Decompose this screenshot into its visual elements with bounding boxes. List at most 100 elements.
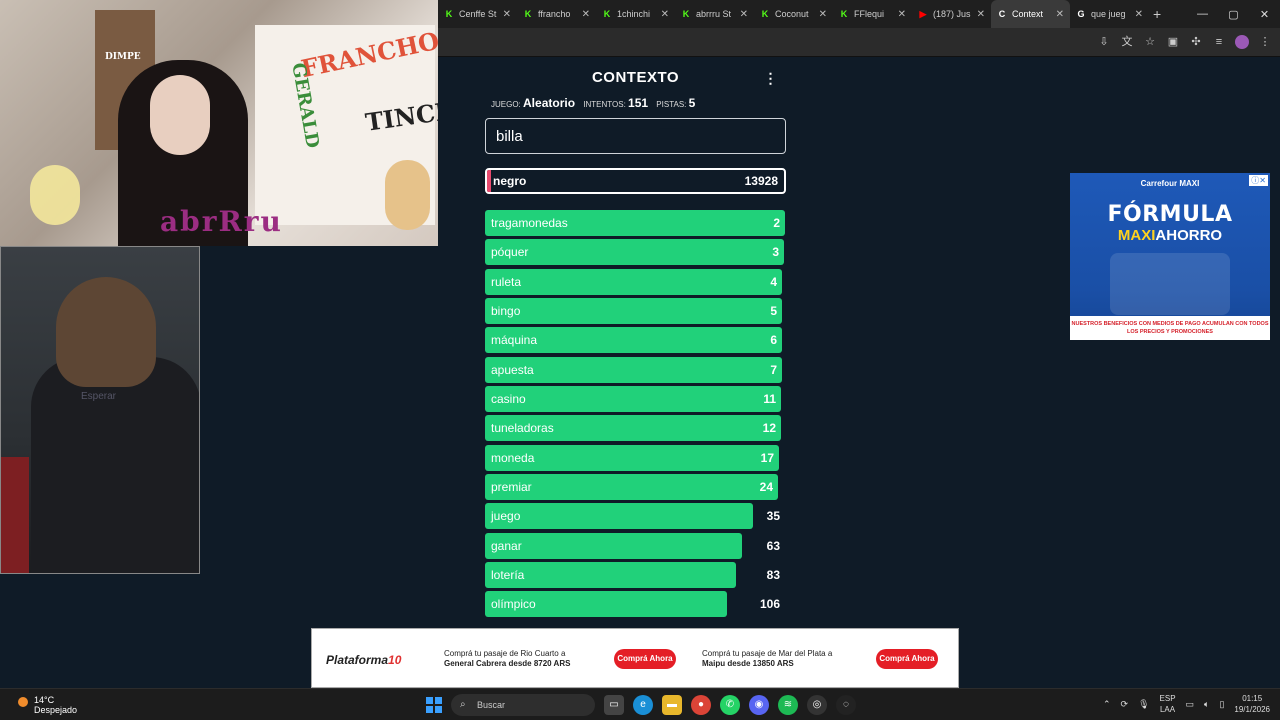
network-sync-icon[interactable]: ⟳	[1121, 699, 1129, 710]
browser-tab[interactable]: C Context ✕	[991, 0, 1070, 28]
guess-rank: 63	[766, 538, 780, 553]
guess-list: tragamonedas 2 póquer 3 ruleta 4 bingo 5 máquina…	[485, 210, 786, 618]
tab-close-icon[interactable]: ✕	[898, 9, 906, 20]
clock[interactable]: 01:15 19/1/2026	[1234, 693, 1270, 715]
name-letters: abrRru	[160, 205, 283, 238]
taskbar-apps: ▭ e ▬ ● ✆ ◉ ≋ ◎ ◌	[604, 695, 856, 715]
weather-icon	[18, 697, 28, 707]
guess-word: tuneladoras	[491, 421, 554, 436]
tab-close-icon[interactable]: ✕	[1056, 9, 1064, 20]
close-window-button[interactable]: ✕	[1249, 8, 1280, 21]
taskbar-search[interactable]: ⌕ Buscar	[451, 694, 595, 716]
guess-word: tragamonedas	[491, 216, 568, 230]
translate-icon[interactable]: 文	[1120, 35, 1134, 49]
browser-tab[interactable]: ▶ (187) Jus ✕	[912, 0, 991, 28]
guess-word: casino	[491, 392, 526, 407]
browser-tab[interactable]: Kffrancho ✕	[517, 0, 596, 28]
tab-title: 1chinchi	[617, 9, 651, 19]
guess-rank: 7	[770, 362, 777, 377]
install-icon[interactable]: ⇩	[1097, 35, 1111, 49]
guess-row: apuesta 7	[485, 356, 786, 383]
profile-avatar[interactable]	[1235, 35, 1249, 49]
browser-tab[interactable]: K 1chinchi ✕	[596, 0, 675, 28]
start-button[interactable]	[426, 697, 442, 713]
microphone-icon[interactable]: 🎙︎	[1138, 699, 1149, 710]
ad-buy-button-2[interactable]: Comprá Ahora	[876, 649, 938, 669]
kebab-menu-icon[interactable]: ⋮	[764, 62, 779, 94]
guess-rank: 4	[770, 274, 777, 289]
browser-tab[interactable]: Gque jueg ✕	[1070, 0, 1149, 28]
ad-brand: Carrefour MAXI	[1140, 179, 1200, 188]
tab-close-icon[interactable]: ✕	[582, 9, 590, 20]
browser-tab[interactable]: K FFlequi ✕	[833, 0, 912, 28]
guess-word: lotería	[491, 568, 525, 583]
puzzle-icon[interactable]: ✣	[1189, 35, 1203, 49]
juego-label: JUEGO:	[491, 100, 521, 109]
tab-close-icon[interactable]: ✕	[1135, 9, 1143, 20]
chrome-menu-icon[interactable]: ⋮	[1258, 35, 1272, 49]
chrome-icon[interactable]: ●	[691, 695, 711, 715]
volume-icon[interactable]: 🔈︎	[1204, 699, 1209, 710]
ad-carrefour[interactable]: ⓘ✕ Carrefour MAXI FÓRMULA MAXIAHORRO NUE…	[1070, 173, 1270, 340]
file-explorer-icon[interactable]: ▬	[662, 695, 682, 715]
tab-title: Coconut	[775, 9, 809, 19]
tab-title: FFlequi	[854, 9, 885, 19]
tab-close-icon[interactable]: ✕	[503, 9, 511, 20]
bookmark-star-icon[interactable]: ☆	[1143, 35, 1157, 49]
maximize-button[interactable]: ▢	[1218, 8, 1249, 21]
guess-word: juego	[491, 509, 521, 524]
game-title: CONTEXTO ⋮	[485, 62, 786, 92]
edge-icon[interactable]: e	[633, 695, 653, 715]
guess-bar	[485, 239, 784, 266]
google-icon: G	[1077, 9, 1085, 19]
language-indicator[interactable]: ESP LAA	[1160, 693, 1176, 715]
ad-headline-2: MAXIAHORRO	[1070, 227, 1270, 244]
streamer-face	[150, 75, 210, 155]
pistas-label: PISTAS:	[656, 100, 687, 109]
app-icon[interactable]: ◌	[836, 695, 856, 715]
tab-title: Cenffe St	[459, 9, 497, 19]
whatsapp-icon[interactable]: ✆	[720, 695, 740, 715]
guess-word: premiar	[491, 480, 532, 495]
browser-tab[interactable]: K Coconut ✕	[754, 0, 833, 28]
spotify-icon[interactable]: ≋	[778, 695, 798, 715]
guess-word: moneda	[491, 450, 535, 465]
red-wall	[1, 457, 29, 573]
new-tab-button[interactable]: +	[1153, 6, 1161, 22]
chevron-up-icon[interactable]: ⌃	[1103, 699, 1111, 710]
K-icon: K	[603, 9, 611, 19]
weather-widget[interactable]: 14°C Despejado	[18, 695, 77, 715]
discord-icon[interactable]: ◉	[749, 695, 769, 715]
ad-choices-icon[interactable]: ⓘ✕	[1249, 175, 1268, 186]
tab-close-icon[interactable]: ✕	[977, 9, 985, 20]
contexto-icon: C	[998, 9, 1006, 19]
lang-code: ESP	[1159, 694, 1176, 703]
obs-icon[interactable]: ◎	[807, 695, 827, 715]
guess-bar	[485, 386, 781, 413]
guess-row: moneda 17	[485, 444, 786, 471]
guess-word: ganar	[491, 538, 522, 553]
tab-close-icon[interactable]: ✕	[740, 9, 748, 20]
guess-bar	[485, 268, 782, 295]
browser-tab[interactable]: Kabrrru St ✕	[675, 0, 754, 28]
ad-buy-button-1[interactable]: Comprá Ahora	[614, 649, 676, 669]
ad-plataforma10[interactable]: Plataforma10 Comprá tu pasaje de Rio Cua…	[311, 628, 959, 688]
ad-offer-2-line1: Comprá tu pasaje de Mar del Plata a	[702, 649, 833, 658]
extension-icon[interactable]: ▣	[1166, 35, 1180, 49]
display-icon[interactable]: ▭	[1186, 699, 1195, 710]
guess-bar	[485, 532, 742, 559]
minimize-button[interactable]: —	[1187, 8, 1218, 20]
ad-logo-text: Plataforma	[326, 653, 389, 667]
tab-close-icon[interactable]: ✕	[661, 9, 669, 20]
tab-bar: K Cenffe St ✕ Kffrancho ✕ K 1chinchi ✕ Kabrrru S…	[438, 0, 1280, 28]
ad-headline-1: FÓRMULA	[1107, 202, 1233, 227]
tab-close-icon[interactable]: ✕	[819, 9, 827, 20]
ad-logo-number: 10	[388, 653, 402, 667]
browser-tab[interactable]: K Cenffe St ✕	[438, 0, 517, 28]
task-view-icon[interactable]: ▭	[604, 695, 624, 715]
media-icon[interactable]: ≡	[1212, 35, 1226, 49]
guess-input[interactable]	[485, 118, 786, 154]
battery-icon[interactable]: ▯	[1219, 699, 1224, 710]
guess-rank: 17	[760, 450, 774, 465]
youtube-icon: ▶	[919, 8, 927, 19]
